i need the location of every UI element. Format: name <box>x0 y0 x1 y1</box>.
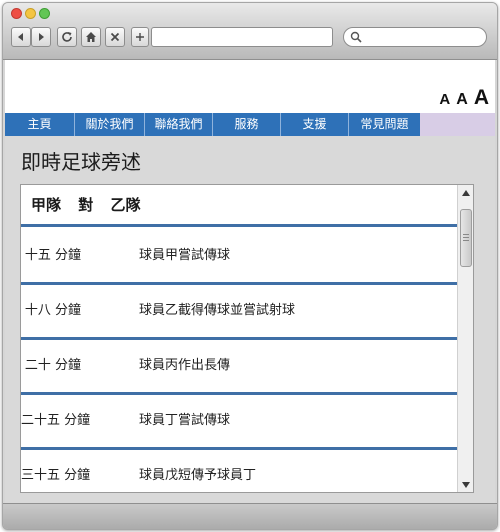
zoom-window-icon[interactable] <box>39 8 50 19</box>
entry-time: 十八 分鐘 <box>24 303 81 318</box>
scroll-thumb[interactable] <box>460 209 472 267</box>
entry-time: 十五 分鐘 <box>24 248 81 263</box>
back-button[interactable] <box>11 27 31 47</box>
home-button[interactable] <box>81 27 101 47</box>
versus-label: 對 <box>78 196 94 214</box>
stop-button[interactable] <box>105 27 125 47</box>
address-bar[interactable] <box>151 27 333 47</box>
team-b-label: 乙隊 <box>110 196 141 214</box>
minimize-window-icon[interactable] <box>25 8 36 19</box>
web-page: A A A 主頁 關於我們 聯絡我們 服務 支援 常見問題 即時足球旁述 甲隊 … <box>5 60 495 503</box>
search-field[interactable] <box>343 27 487 47</box>
scroll-up-arrow-icon <box>461 189 470 196</box>
commentary-item: 十五 分鐘 球員甲嘗試傳球 <box>21 230 457 285</box>
nav-item-home[interactable]: 主頁 <box>5 113 75 136</box>
stop-x-icon <box>110 32 120 42</box>
page-title: 即時足球旁述 <box>21 150 141 174</box>
commentary-item: 二十 分鐘 球員丙作出長傳 <box>21 340 457 395</box>
home-icon <box>86 32 96 42</box>
nav-item-support[interactable]: 支援 <box>281 113 349 136</box>
font-size-controls: A A A <box>439 86 489 110</box>
entry-time: 二十五 分鐘 <box>21 413 91 428</box>
commentary-item: 十八 分鐘 球員乙截得傳球並嘗試射球 <box>21 285 457 340</box>
search-input[interactable] <box>364 29 480 45</box>
new-tab-button[interactable] <box>131 27 149 47</box>
content-area: 即時足球旁述 甲隊 對 乙隊 十五 分鐘 球員甲嘗試傳球 十八 分鐘 球員乙截得傳球… <box>5 136 495 503</box>
commentary-list: 十五 分鐘 球員甲嘗試傳球 十八 分鐘 球員乙截得傳球並嘗試射球 二十 分鐘 球員丙作… <box>21 230 457 492</box>
plus-icon <box>136 33 144 41</box>
browser-status-bar <box>3 503 497 529</box>
entry-text: 球員乙截得傳球並嘗試射球 <box>139 303 296 318</box>
font-size-small-button[interactable]: A <box>439 91 450 108</box>
entry-text: 球員丁嘗試傳球 <box>139 413 231 428</box>
browser-window: A A A 主頁 關於我們 聯絡我們 服務 支援 常見問題 即時足球旁述 甲隊 … <box>2 2 498 530</box>
vertical-scrollbar[interactable] <box>457 185 473 492</box>
grip-line <box>463 234 469 235</box>
entry-text: 球員丙作出長傳 <box>139 358 231 373</box>
nav-item-services[interactable]: 服務 <box>213 113 281 136</box>
close-window-icon[interactable] <box>11 8 22 19</box>
entry-time: 二十 分鐘 <box>24 358 81 373</box>
grip-line <box>463 240 469 241</box>
match-header: 甲隊 對 乙隊 <box>21 185 457 227</box>
forward-button[interactable] <box>31 27 51 47</box>
entry-text: 球員戊短傳予球員丁 <box>139 468 257 483</box>
team-a-label: 甲隊 <box>31 196 62 214</box>
search-icon <box>350 31 362 43</box>
forward-arrow-icon <box>39 33 44 41</box>
scroll-up-button[interactable] <box>458 185 473 200</box>
font-size-large-button[interactable]: A <box>474 86 489 110</box>
scroll-down-button[interactable] <box>458 477 473 492</box>
entry-time: 三十五 分鐘 <box>21 468 91 483</box>
main-navigation: 主頁 關於我們 聯絡我們 服務 支援 常見問題 <box>5 113 495 136</box>
font-size-medium-button[interactable]: A <box>456 91 468 109</box>
nav-item-about[interactable]: 關於我們 <box>75 113 145 136</box>
entry-text: 球員甲嘗試傳球 <box>139 248 231 263</box>
browser-toolbar <box>3 3 497 60</box>
nav-item-faq[interactable]: 常見問題 <box>349 113 420 136</box>
scroll-down-arrow-icon <box>461 481 470 488</box>
back-arrow-icon <box>18 33 23 41</box>
reload-icon <box>62 32 72 42</box>
commentary-feed[interactable]: 甲隊 對 乙隊 十五 分鐘 球員甲嘗試傳球 十八 分鐘 球員乙截得傳球並嘗試射球 二… <box>20 184 474 493</box>
grip-line <box>463 237 469 238</box>
reload-button[interactable] <box>57 27 77 47</box>
commentary-item: 三十五 分鐘 球員戊短傳予球員丁 <box>21 450 457 492</box>
nav-item-contact[interactable]: 聯絡我們 <box>145 113 213 136</box>
commentary-item: 二十五 分鐘 球員丁嘗試傳球 <box>21 395 457 450</box>
